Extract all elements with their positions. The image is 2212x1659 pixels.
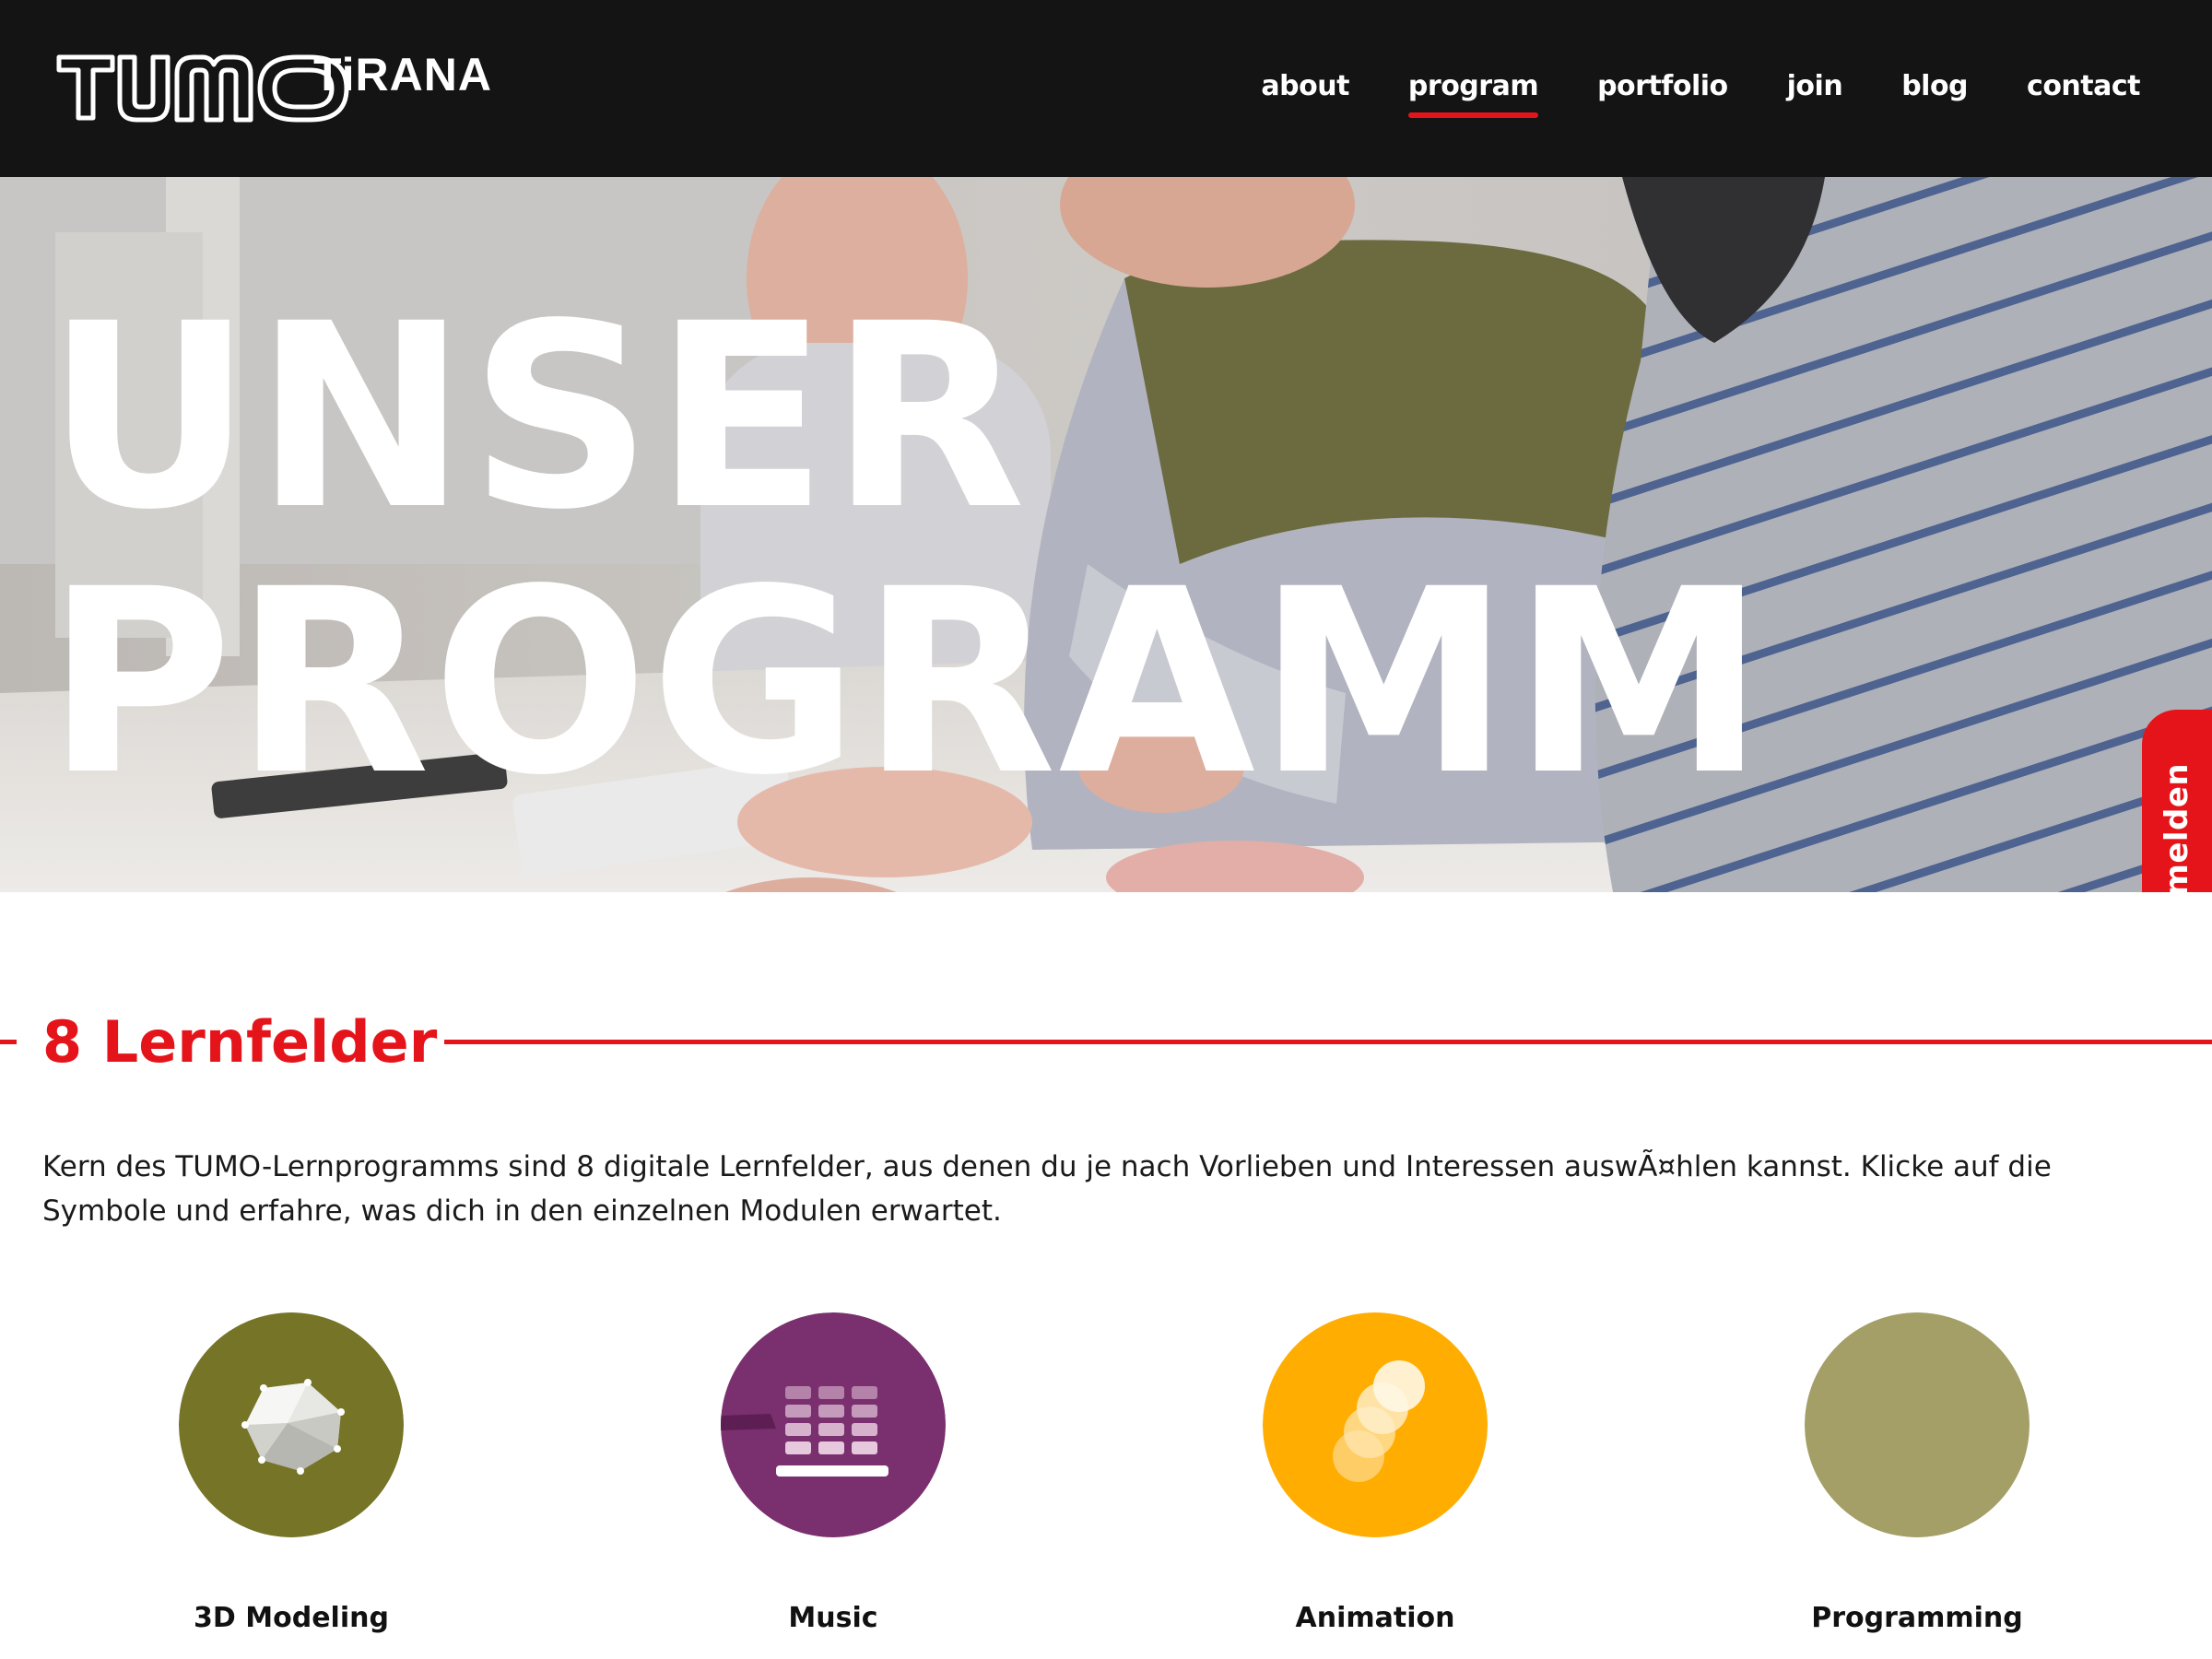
signup-tab-label: Anmelden [2159,762,2196,892]
section-header: 8 Lernfelder [0,1005,2212,1082]
main-nav: about program portfolio join blog contac… [1261,65,2140,118]
animation-icon[interactable] [1263,1312,1488,1537]
programming-icon[interactable] [1805,1312,2030,1537]
section-dash-divider [0,1040,17,1044]
field-label-music: Music [788,1602,878,1634]
hero-title: UNSER PROGRAMM [46,286,1767,817]
nav-item-join[interactable]: join [1787,65,1843,109]
logo-city-name: TiRANA [313,49,492,100]
section-title: 8 Lernfelder [42,1008,438,1076]
field-label-3d-modeling: 3D Modeling [194,1602,389,1634]
hero-title-line1: UNSER [46,270,1028,566]
nav-item-program[interactable]: program [1407,65,1539,118]
site-header: TiRANA about program portfolio join blog… [0,0,2212,177]
field-music[interactable]: Music [640,1312,1027,1659]
field-label-programming: Programming [1811,1602,2023,1634]
music-icon[interactable] [721,1312,946,1537]
field-animation[interactable]: Animation [1182,1312,1569,1659]
signup-tab-button[interactable]: Anmelden [2142,710,2212,892]
nav-item-contact[interactable]: contact [2027,65,2140,109]
section-line-divider [444,1040,2212,1044]
section-intro-text: Kern des TUMO-Lernprogramms sind 8 digit… [42,1150,2052,1228]
hero-banner: UNSER PROGRAMM Anmelden [0,177,2212,892]
field-programming[interactable]: Programming [1724,1312,2111,1659]
field-3d-modeling[interactable]: 3D Modeling [98,1312,485,1659]
nav-item-about[interactable]: about [1261,65,1349,109]
3d-modeling-icon[interactable] [179,1312,404,1537]
nav-item-portfolio[interactable]: portfolio [1597,65,1728,109]
nav-item-blog[interactable]: blog [1901,65,1968,109]
field-label-animation: Animation [1295,1602,1455,1634]
hero-title-line2: PROGRAMM [46,535,1768,831]
